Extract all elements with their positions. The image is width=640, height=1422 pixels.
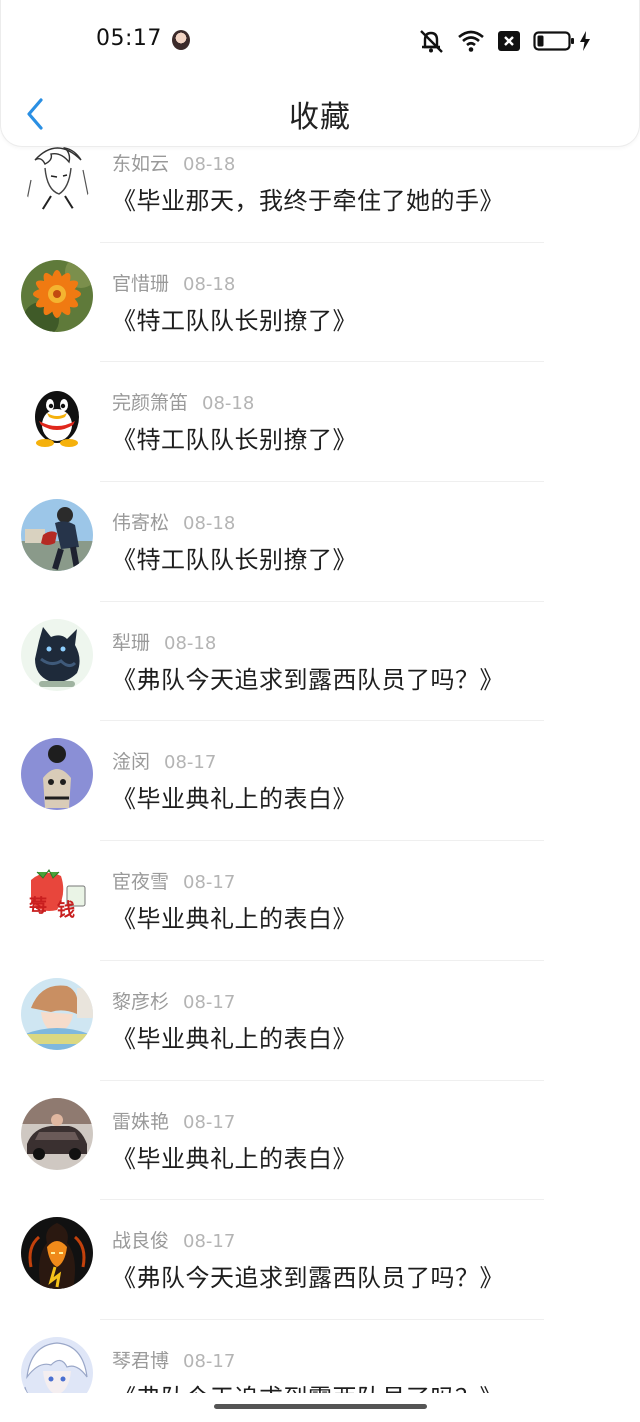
post-date: 08-17 xyxy=(183,991,236,1013)
orange-flower-avatar xyxy=(21,259,93,332)
post-title: 《毕业典礼上的表白》 xyxy=(112,785,357,814)
user-name: 完颜箫笛 xyxy=(112,392,189,415)
list-item[interactable]: 犁珊 08-18 《弗队今天追求到露西队员了吗？》 xyxy=(0,602,640,722)
status-time: 05:17 xyxy=(96,26,162,51)
anime-boy-avatar xyxy=(21,977,93,1050)
post-title: 《特工队队长别撩了》 xyxy=(112,426,357,455)
svg-text:莓: 莓 xyxy=(29,895,47,917)
user-name: 伟寄松 xyxy=(112,512,170,535)
post-date: 08-17 xyxy=(183,1231,236,1253)
user-name: 琴君博 xyxy=(112,1349,170,1372)
post-date: 08-18 xyxy=(183,513,236,535)
list-item[interactable]: 战良俊 08-17 《弗队今天追求到露西队员了吗？》 xyxy=(0,1200,640,1320)
post-date: 08-18 xyxy=(202,393,255,415)
status-avatar-icon xyxy=(172,30,190,50)
battery-icon xyxy=(533,31,574,51)
user-name: 东如云 xyxy=(112,153,170,175)
post-title: 《特工队队长别撩了》 xyxy=(112,306,357,335)
post-date: 08-18 xyxy=(183,273,236,295)
penguin-avatar xyxy=(21,379,93,452)
user-name: 战良俊 xyxy=(112,1230,170,1253)
home-indicator[interactable] xyxy=(214,1404,427,1409)
user-name: 淦闵 xyxy=(112,751,151,774)
wifi-icon xyxy=(458,30,484,52)
close-box-icon xyxy=(498,31,520,51)
post-title: 《弗队今天追求到露西队员了吗？》 xyxy=(112,1264,504,1293)
anime-sketch-avatar xyxy=(21,140,93,212)
list-item[interactable]: 官惜珊 08-18 《特工队队长别撩了》 xyxy=(0,243,640,363)
person-outdoor-avatar xyxy=(21,499,93,572)
post-date: 08-18 xyxy=(164,632,217,654)
list-item[interactable]: 雷姝艳 08-17 《毕业典礼上的表白》 xyxy=(0,1081,640,1201)
post-date: 08-17 xyxy=(183,1111,236,1133)
top-header: 05:17 收藏 xyxy=(0,0,640,147)
favorites-list: 东如云 08-18 《毕业那天，我终于牵住了她的手》 官惜珊 08-18 《特工… xyxy=(0,123,640,1422)
user-name: 犁珊 xyxy=(112,631,151,654)
post-title: 《毕业典礼上的表白》 xyxy=(112,1144,357,1173)
post-title: 《特工队队长别撩了》 xyxy=(112,546,357,575)
favorites-screen: 05:17 收藏 东如云 08-18 《毕业那天，我终于牵住了她的手》 官惜珊 … xyxy=(0,0,640,1422)
user-name: 黎彦杉 xyxy=(112,990,170,1013)
car-avatar xyxy=(21,1097,93,1170)
post-title: 《毕业典礼上的表白》 xyxy=(112,1024,357,1053)
status-bar: 05:17 xyxy=(1,0,639,80)
mute-bell-icon xyxy=(420,30,443,53)
strawberry-money-avatar: 莓 钱 xyxy=(21,858,93,931)
post-date: 08-17 xyxy=(183,1350,236,1372)
user-name: 宦夜雪 xyxy=(112,871,170,894)
charging-bolt-icon xyxy=(580,31,590,51)
status-icons xyxy=(417,28,591,54)
post-date: 08-17 xyxy=(183,872,236,894)
list-item[interactable]: 伟寄松 08-18 《特工队队长别撩了》 xyxy=(0,482,640,602)
figure-purple-avatar xyxy=(21,738,93,811)
post-title: 《弗队今天追求到露西队员了吗？》 xyxy=(112,665,504,694)
list-item[interactable]: 莓 钱 宦夜雪 08-17 《毕业典礼上的表白》 xyxy=(0,841,640,961)
user-name: 雷姝艳 xyxy=(112,1110,170,1133)
list-item[interactable]: 完颜箫笛 08-18 《特工队队长别撩了》 xyxy=(0,362,640,483)
post-title: 《毕业典礼上的表白》 xyxy=(112,905,357,934)
svg-text:钱: 钱 xyxy=(57,899,75,921)
post-title: 《毕业那天，我终于牵住了她的手》 xyxy=(112,187,504,215)
black-cat-avatar xyxy=(21,618,93,691)
list-item[interactable]: 黎彦杉 08-17 《毕业典礼上的表白》 xyxy=(0,961,640,1081)
user-name: 官惜珊 xyxy=(112,272,170,295)
post-date: 08-17 xyxy=(164,752,217,774)
post-date: 08-18 xyxy=(183,154,236,175)
list-item[interactable]: 淦闵 08-17 《毕业典礼上的表白》 xyxy=(0,721,640,842)
page-title: 收藏 xyxy=(289,100,351,135)
flame-figure-avatar xyxy=(21,1217,93,1290)
